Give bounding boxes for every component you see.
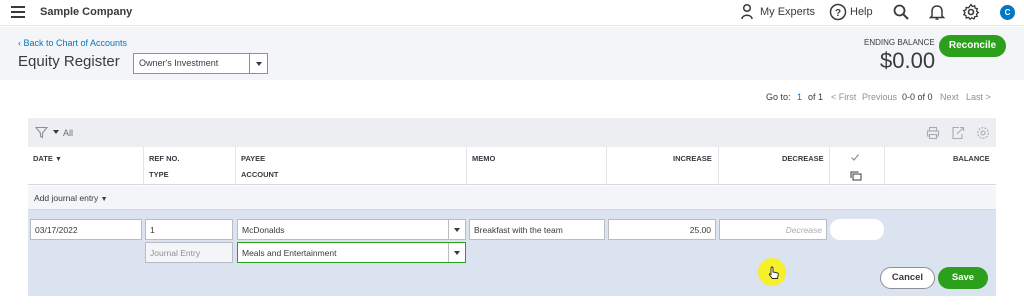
account-select-value: Owner's Investment [139,58,219,68]
balance-column-header: BALANCE [953,154,990,163]
next-page-link[interactable]: Next [940,92,959,102]
increase-field[interactable]: 25.00 [608,219,716,240]
hamburger-menu-icon[interactable] [11,6,25,18]
filter-icon[interactable] [35,126,48,139]
chevron-down-icon[interactable] [448,243,465,262]
print-icon[interactable] [926,126,940,140]
range-label: 0-0 of 0 [902,92,933,102]
cleared-status-field[interactable] [830,219,884,240]
sort-down-icon: ▼ [54,156,62,163]
back-to-chart-of-accounts-link[interactable]: ‹ Back to Chart of Accounts [18,38,127,48]
save-button[interactable]: Save [938,267,988,289]
memo-field[interactable]: Breakfast with the team [469,219,605,240]
checkmark-icon [851,154,859,161]
decrease-column-header: DECREASE [782,154,824,163]
page-of-label: of 1 [808,92,824,102]
last-page-link[interactable]: Last > [966,92,991,102]
chevron-down-icon: ▼ [100,196,108,203]
payee-field[interactable]: McDonalds [237,219,466,240]
filter-bar: All [28,118,996,147]
top-bar: Sample Company My Experts ? Help C [0,0,1024,26]
memo-column-header: MEMO [472,154,496,163]
type-column-header: TYPE [149,170,169,179]
chevron-down-icon[interactable] [448,220,465,239]
help-link[interactable]: Help [850,6,873,18]
hand-cursor-icon [768,266,779,279]
filter-all-label[interactable]: All [63,128,73,138]
bell-icon[interactable] [928,3,946,21]
help-icon[interactable]: ? [829,3,847,21]
increase-column-header: INCREASE [673,154,712,163]
settings-gear-icon[interactable] [976,126,990,140]
account-column-header: ACCOUNT [241,170,279,179]
register-column-header: DATE ▼ REF NO. TYPE PAYEE ACCOUNT MEMO I… [28,147,996,185]
payee-field-value: McDonalds [242,225,285,235]
ending-balance-value: $0.00 [880,48,936,73]
company-name: Sample Company [40,6,133,18]
add-journal-entry-row[interactable]: Add journal entry ▼ [28,186,996,210]
ref-no-field[interactable]: 1 [145,219,233,240]
user-avatar[interactable]: C [1000,5,1015,20]
decrease-field[interactable]: Decrease [719,219,827,240]
ending-balance-label: ENDING BALANCE [864,38,935,47]
my-experts-link[interactable]: My Experts [760,6,815,18]
account-field[interactable]: Meals and Entertainment [237,242,466,263]
gear-icon[interactable] [962,3,980,21]
account-field-value: Meals and Entertainment [242,248,337,258]
page-title: Equity Register [18,53,120,70]
reconcile-button[interactable]: Reconcile [939,35,1006,57]
add-journal-entry-dropdown[interactable]: Add journal entry ▼ [34,193,108,203]
page-number-input[interactable]: 1 [797,92,802,102]
date-column-header[interactable]: DATE ▼ [33,154,62,163]
goto-label: Go to: [766,92,791,102]
chevron-down-icon[interactable] [53,130,59,134]
export-icon[interactable] [951,126,965,140]
payee-column-header: PAYEE [241,154,266,163]
cancel-button[interactable]: Cancel [880,267,935,289]
first-page-link[interactable]: < First [831,92,856,102]
search-icon[interactable] [892,3,910,21]
svg-text:?: ? [835,8,841,19]
previous-page-link[interactable]: Previous [862,92,897,102]
type-field: Journal Entry [145,242,233,263]
chevron-down-icon [249,54,267,73]
account-select[interactable]: Owner's Investment [133,53,268,74]
date-field[interactable]: 03/17/2022 [30,219,142,240]
ref-no-column-header: REF NO. [149,154,180,163]
person-icon[interactable] [738,3,756,21]
copy-icon[interactable] [850,171,862,181]
